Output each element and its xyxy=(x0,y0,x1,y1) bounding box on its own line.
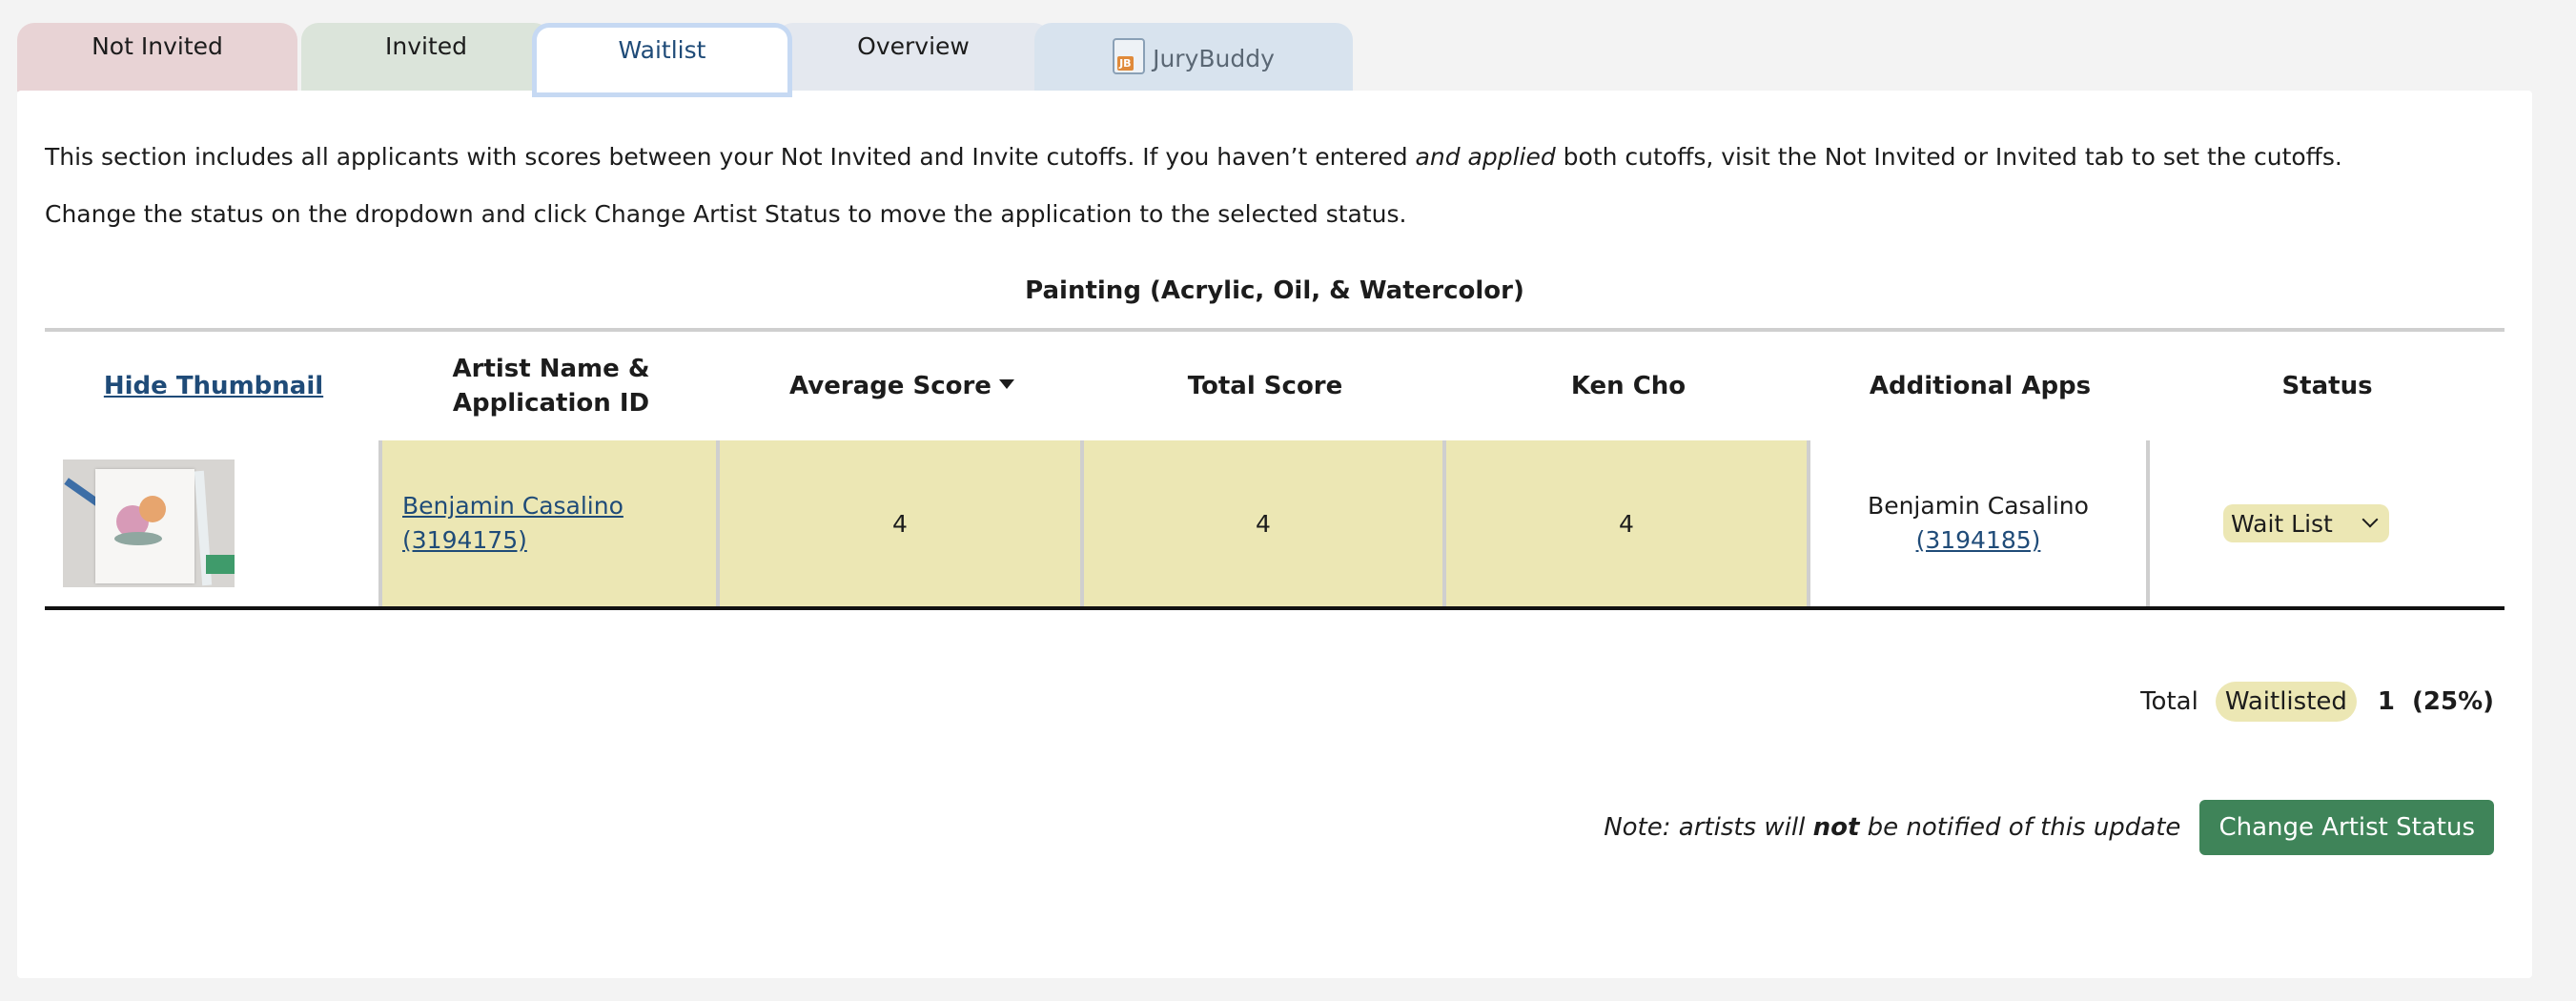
hide-thumbnail-link[interactable]: Hide Thumbnail xyxy=(45,332,382,440)
category-title: Painting (Acrylic, Oil, & Watercolor) xyxy=(1025,276,1524,305)
intro-text-part: This section includes all applicants wit… xyxy=(45,143,1416,171)
total-score-cell: 4 xyxy=(1080,440,1442,606)
intro-text: This section includes all applicants wit… xyxy=(45,143,2342,171)
table-bottom-border xyxy=(45,606,2504,610)
column-header-additional-apps: Additional Apps xyxy=(1869,372,2092,400)
artwork-thumbnail[interactable] xyxy=(63,460,235,587)
tab-jurybuddy[interactable]: JuryBuddy xyxy=(1034,23,1353,92)
artist-name: Benjamin Casalino xyxy=(402,492,624,520)
totals-count: 1 xyxy=(2377,687,2395,716)
artist-cell: Benjamin Casalino (3194175) xyxy=(378,440,716,606)
notification-note: Note: artists will not be notified of th… xyxy=(1604,813,2180,842)
tab-jurybuddy-label: JuryBuddy xyxy=(1153,45,1275,72)
column-header-juror: Ken Cho xyxy=(1570,372,1687,400)
tab-waitlist[interactable]: Waitlist xyxy=(532,23,792,97)
tab-invited[interactable]: Invited xyxy=(301,23,551,92)
status-dropdown-value: Wait List xyxy=(2231,509,2333,538)
thumbnail-flower-shape xyxy=(139,496,166,522)
header-line: Application ID xyxy=(452,389,650,418)
artist-application-link[interactable]: Benjamin Casalino (3194175) xyxy=(402,489,624,558)
jurybuddy-logo-icon xyxy=(1113,38,1146,74)
intro-text-part: both cutoffs, visit the Not Invited or I… xyxy=(1555,143,2342,171)
totals-percent: (25%) xyxy=(2412,687,2494,716)
status-dropdown[interactable]: Wait List xyxy=(2223,504,2389,542)
column-header-total-score: Total Score xyxy=(1187,372,1343,400)
chevron-down-icon xyxy=(2361,511,2379,528)
thumbnail-green-shape xyxy=(206,555,235,574)
column-header-artist: Artist Name & Application ID xyxy=(382,332,720,440)
intro-text-emphasis: and applied xyxy=(1415,143,1556,171)
note-emphasis: not xyxy=(1812,813,1860,842)
table-row: Benjamin Casalino (3194175) 4 4 4 Benjami… xyxy=(45,440,2504,606)
thumbnail-cell xyxy=(45,440,378,606)
status-badge: Waitlisted xyxy=(2215,682,2357,722)
applicants-table: Hide Thumbnail Artist Name & Application … xyxy=(45,328,2504,610)
additional-apps-cell: Benjamin Casalino (3194185) xyxy=(1807,440,2146,606)
totals-summary: Total Waitlisted 1 (25%) xyxy=(2140,682,2494,722)
status-cell: Wait List xyxy=(2146,440,2504,606)
column-header-status: Status xyxy=(2281,372,2373,400)
tab-overview[interactable]: Overview xyxy=(776,23,1051,92)
tab-bar: Not Invited Invited Waitlist Overview Ju… xyxy=(17,23,1353,97)
waitlist-panel: This section includes all applicants wit… xyxy=(17,91,2532,978)
tab-not-invited[interactable]: Not Invited xyxy=(17,23,297,92)
column-header-artist-label: Artist Name & Application ID xyxy=(453,352,650,420)
change-artist-status-button[interactable]: Change Artist Status xyxy=(2199,800,2494,855)
note-part: Note: artists will xyxy=(1604,813,1813,842)
column-header-average-label: Average Score xyxy=(789,372,992,400)
thumbnail-leaf-shape xyxy=(114,532,162,545)
instructions-text: Change the status on the dropdown and cl… xyxy=(45,200,1407,228)
application-id: (3194175) xyxy=(402,526,527,554)
additional-app-link[interactable]: (3194185) xyxy=(1916,523,2041,558)
action-bar: Note: artists will not be notified of th… xyxy=(1604,800,2494,855)
totals-label: Total xyxy=(2140,687,2198,716)
juror-score-cell: 4 xyxy=(1442,440,1807,606)
average-score-cell: 4 xyxy=(716,440,1080,606)
note-part: be notified of this update xyxy=(1859,813,2181,842)
column-header-average-score[interactable]: Average Score xyxy=(720,332,1084,440)
header-line: Artist Name & xyxy=(452,355,650,383)
sort-descending-icon xyxy=(998,379,1014,389)
additional-app-artist: Benjamin Casalino xyxy=(1868,492,2089,520)
